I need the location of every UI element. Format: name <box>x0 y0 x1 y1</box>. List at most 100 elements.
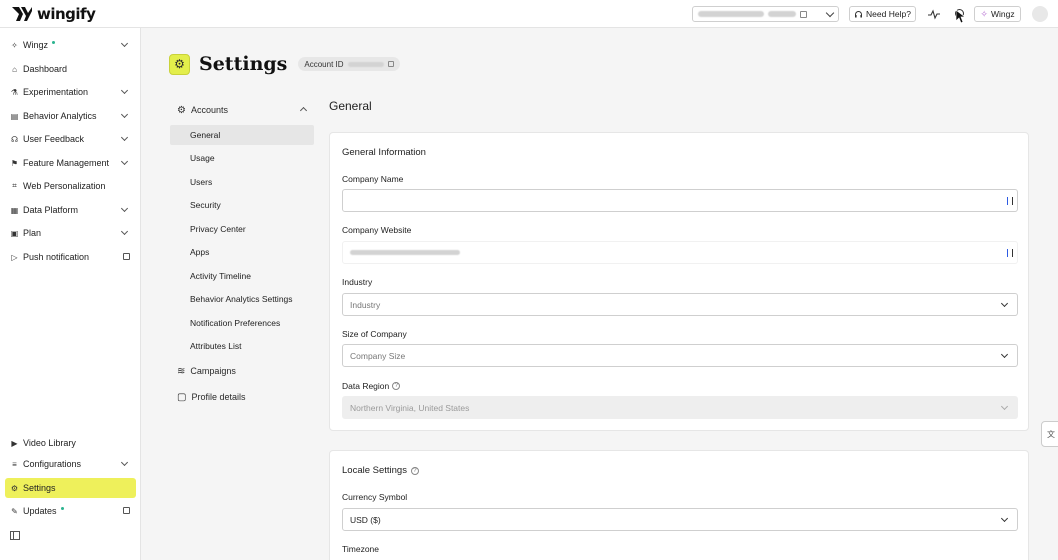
industry-select[interactable]: Industry <box>342 293 1018 316</box>
avatar[interactable] <box>1032 6 1048 22</box>
wingify-logo-icon <box>12 7 32 21</box>
external-link-icon <box>123 253 130 260</box>
chevron-down-icon <box>120 133 129 142</box>
subnav-item-label: Activity Timeline <box>190 271 251 281</box>
general-information-card: General Information Company Name Company… <box>329 132 1029 431</box>
subnav-item-usage[interactable]: Usage <box>170 148 314 168</box>
sidebar-item-user-feedback[interactable]: ☊ User Feedback <box>5 129 136 149</box>
sidebar-item-experimentation[interactable]: ⚗ Experimentation <box>5 82 136 102</box>
subnav-item-behavior-analytics-settings[interactable]: Behavior Analytics Settings <box>170 289 314 309</box>
subnav-item-apps[interactable]: Apps <box>170 242 314 262</box>
sidebar-item-configurations[interactable]: ≡ Configurations <box>5 454 136 474</box>
profile-icon: ▢ <box>177 391 187 403</box>
account-id-badge[interactable]: Account ID <box>298 57 400 71</box>
new-dot <box>52 40 56 44</box>
analytics-icon: ▤ <box>10 111 19 121</box>
company-size-placeholder: Company Size <box>350 350 406 361</box>
sidebar-item-plan[interactable]: ▣ Plan <box>5 223 136 243</box>
card-title: Locale Settings <box>342 465 407 476</box>
subnav-item-label: Apps <box>190 247 210 257</box>
wingz-button[interactable]: ✧ Wingz <box>974 6 1021 22</box>
sidebar-item-label: Configurations <box>23 459 82 469</box>
locale-title-row: Locale Settings ? <box>342 465 419 476</box>
sidebar-item-video-library[interactable]: ▶ Video Library <box>5 433 136 453</box>
sidebar-item-label: Wingz <box>23 40 49 50</box>
database-icon: ▦ <box>10 205 19 215</box>
sidebar-item-behavior-analytics[interactable]: ▤ Behavior Analytics <box>5 106 136 126</box>
workspace-name-blurred <box>698 11 764 17</box>
subnav-item-general[interactable]: General <box>170 125 314 145</box>
home-icon: ⌂ <box>12 64 17 74</box>
workspace-select[interactable] <box>692 6 839 22</box>
feature-icon: ⚑ <box>10 158 19 168</box>
layers-icon: ≋ <box>177 365 186 377</box>
push-icon: ▷ <box>11 252 18 262</box>
sidebar-item-wingz[interactable]: ✧ Wingz <box>5 35 136 55</box>
currency-select[interactable]: USD ($) <box>342 508 1018 531</box>
top-bar: wingify Need Help? ✧ Wingz <box>0 0 1058 28</box>
sidebar-item-label: Settings <box>23 483 56 493</box>
company-name-label: Company Name <box>342 174 404 184</box>
company-size-select[interactable]: Company Size <box>342 344 1018 367</box>
sidebar-item-updates[interactable]: ✎ Updates <box>5 501 136 521</box>
chevron-down-icon <box>120 157 129 166</box>
subnav-item-privacy-center[interactable]: Privacy Center <box>170 219 314 239</box>
currency-value: USD ($) <box>350 514 381 525</box>
need-help-button[interactable]: Need Help? <box>849 6 916 22</box>
sidebar-item-label: Dashboard <box>23 64 68 74</box>
subnav-item-label: Privacy Center <box>190 224 246 234</box>
subnav-item-notification-preferences[interactable]: Notification Preferences <box>170 313 314 333</box>
external-link-icon <box>123 507 130 514</box>
data-region-label: Data Region ? <box>342 381 401 391</box>
subnav-item-label: Behavior Analytics Settings <box>190 294 293 304</box>
company-website-field[interactable] <box>342 241 1018 264</box>
size-of-company-label: Size of Company <box>342 329 407 339</box>
help-icon[interactable]: ? <box>392 382 401 390</box>
sidebar-item-push-notification[interactable]: ▷ Push notification <box>5 247 136 267</box>
sidebar-item-label: Experimentation <box>23 87 89 97</box>
chevron-down-icon <box>120 227 129 236</box>
account-id-label: Account ID <box>304 59 344 69</box>
chevron-down-icon <box>1000 350 1009 359</box>
company-website-label: Company Website <box>342 225 412 235</box>
wingz-button-label: Wingz <box>990 9 1015 19</box>
sidebar-item-label: User Feedback <box>23 134 85 144</box>
subnav-item-label: Security <box>190 200 221 210</box>
sparkle-icon: ✧ <box>11 40 18 50</box>
workspace-id-blurred <box>768 11 796 17</box>
chevron-down-icon <box>1000 514 1009 523</box>
timezone-label: Timezone <box>342 544 380 554</box>
subnav-profile-label: Profile details <box>191 392 246 402</box>
company-name-field[interactable] <box>342 189 1018 212</box>
subnav-item-users[interactable]: Users <box>170 172 314 192</box>
sidebar-item-feature-management[interactable]: ⚑ Feature Management <box>5 153 136 173</box>
sidebar-item-web-personalization[interactable]: ⌗ Web Personalization <box>5 176 136 196</box>
chevron-up-icon <box>299 106 308 115</box>
sidebar-item-data-platform[interactable]: ▦ Data Platform <box>5 200 136 220</box>
sidebar-item-settings[interactable]: ⚙ Settings <box>5 478 136 498</box>
subnav-accounts[interactable]: ⚙ Accounts <box>170 100 314 120</box>
autofill-icon[interactable] <box>1007 249 1013 257</box>
video-icon: ▶ <box>11 438 18 448</box>
autofill-icon[interactable] <box>1007 197 1013 205</box>
subnav-item-label: Usage <box>190 153 215 163</box>
gear-icon: ⚙ <box>10 483 19 493</box>
flask-icon: ⚗ <box>10 87 19 97</box>
sidebar-item-dashboard[interactable]: ⌂ Dashboard <box>5 59 136 79</box>
subnav-campaigns[interactable]: ≋ Campaigns <box>170 361 314 381</box>
copy-icon[interactable] <box>387 61 394 67</box>
collapse-sidebar-icon[interactable] <box>10 531 20 540</box>
subnav-item-activity-timeline[interactable]: Activity Timeline <box>170 266 314 286</box>
activity-icon[interactable] <box>928 8 940 20</box>
copy-icon[interactable] <box>800 10 807 18</box>
sidebar-item-label: Updates <box>23 506 57 516</box>
subnav-item-attributes-list[interactable]: Attributes List <box>170 336 314 356</box>
translate-icon[interactable]: 文 <box>1041 421 1058 447</box>
chevron-down-icon <box>825 8 835 18</box>
wingify-logo[interactable]: wingify <box>11 4 96 24</box>
subnav-item-security[interactable]: Security <box>170 195 314 215</box>
help-icon[interactable]: ? <box>410 466 419 475</box>
subnav-profile-details[interactable]: ▢ Profile details <box>170 387 314 407</box>
chevron-down-icon <box>120 110 129 119</box>
data-region-label-text: Data Region <box>342 381 390 391</box>
